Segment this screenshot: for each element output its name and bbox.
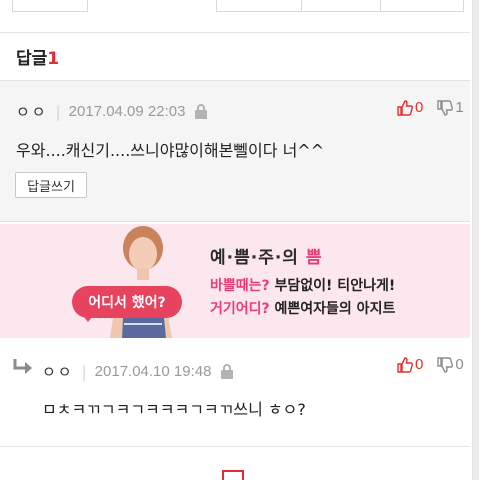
write-reply-button[interactable]: 답글쓰기 xyxy=(15,172,87,198)
lock-icon xyxy=(195,104,208,119)
downvote-count: 1 xyxy=(455,99,464,116)
ad-title-main: 예·쁨·주·의 xyxy=(210,248,306,268)
meta-separator: | xyxy=(81,362,87,381)
pagination-current-page[interactable] xyxy=(222,470,244,480)
thumbs-down-icon xyxy=(437,99,454,116)
downvote-count: 0 xyxy=(455,356,464,373)
ad-line-2: 거기어디? 예쁜여자들의 아지트 xyxy=(210,298,395,318)
vote-group: 0 1 xyxy=(397,99,464,116)
downvote-button[interactable]: 0 xyxy=(437,356,464,373)
ad-line-1-accent: 바쁠때는? xyxy=(210,278,270,294)
divider xyxy=(0,32,470,33)
upvote-button[interactable]: 0 xyxy=(397,356,423,373)
top-button-2[interactable] xyxy=(301,0,381,12)
upvote-button[interactable]: 0 xyxy=(397,99,423,116)
upvote-count: 0 xyxy=(415,99,424,116)
ad-line-2-accent: 거기어디? xyxy=(210,301,270,317)
thumbs-up-icon xyxy=(397,99,413,116)
ad-line-1-text: 부담없이! 티안나게! xyxy=(269,278,396,294)
scrollbar-thumb[interactable] xyxy=(473,0,479,480)
nested-comment-text: ㅁㅊㅋㄲㄱㅋㄱㅋㅋㅋㄱㅋㄲ쓰니 ㅎㅇ? xyxy=(42,400,306,419)
top-button-1[interactable] xyxy=(216,0,302,12)
reply-count: 1 xyxy=(47,49,60,69)
top-button-3[interactable] xyxy=(380,0,464,12)
vote-group: 0 0 xyxy=(397,356,464,373)
scrollbar[interactable] xyxy=(472,0,480,480)
ad-model-image xyxy=(110,226,172,338)
thumbs-down-icon xyxy=(437,356,454,373)
divider xyxy=(0,446,470,447)
ad-line-1: 바쁠때는? 부담없이! 티안나게! xyxy=(210,275,395,295)
comment-date: 2017.04.09 22:03 xyxy=(68,103,186,120)
ad-title-accent: 쁨 xyxy=(305,248,323,268)
reply-title-label: 답글 xyxy=(16,49,48,69)
top-toolbar xyxy=(0,0,470,14)
top-button-left[interactable] xyxy=(12,0,88,12)
comment-date: 2017.04.10 19:48 xyxy=(94,363,212,380)
reply-arrow-icon xyxy=(13,359,32,374)
ad-title: 예·쁨·주·의 쁨 xyxy=(210,243,323,268)
meta-separator: | xyxy=(55,102,61,121)
comment-meta: ㅇㅇ | 2017.04.09 22:03 xyxy=(16,101,208,122)
ad-bubble-tail xyxy=(80,312,96,322)
comment-author: ㅇㅇ xyxy=(16,103,48,121)
reply-section-title: 답글1 xyxy=(16,44,59,69)
comment-author: ㅇㅇ xyxy=(42,363,74,381)
upvote-count: 0 xyxy=(415,356,424,373)
downvote-button[interactable]: 1 xyxy=(437,99,464,116)
lock-icon xyxy=(221,364,234,379)
thumbs-up-icon xyxy=(397,356,413,373)
comment-text: 우와....캐신기....쓰니야많이해본뻴이다 너^^ xyxy=(16,141,325,160)
ad-line-2-text: 예쁜여자들의 아지트 xyxy=(269,301,396,317)
nested-comment-meta: ㅇㅇ | 2017.04.10 19:48 xyxy=(42,361,234,382)
